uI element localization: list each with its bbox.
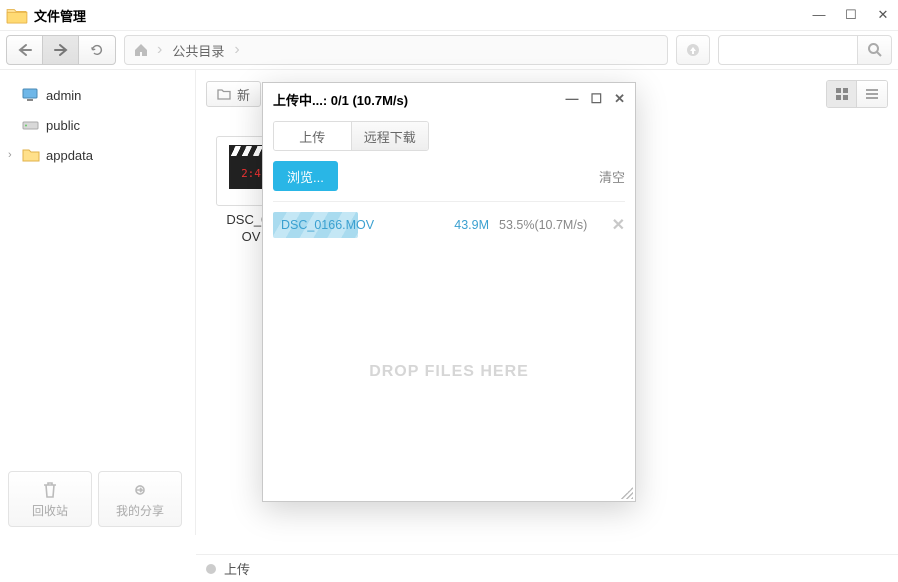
arrow-right-icon — [53, 43, 69, 57]
nav-back-button[interactable] — [7, 36, 43, 64]
share-icon — [130, 480, 150, 500]
nav-refresh-button[interactable] — [79, 36, 115, 64]
dialog-resize-handle[interactable] — [621, 487, 633, 499]
upload-item-rate: 53.5%(10.7M/s) — [489, 218, 612, 232]
list-icon — [865, 87, 879, 101]
recycle-label: 回收站 — [32, 502, 68, 519]
tab-upload[interactable]: 上传 — [274, 122, 352, 150]
search-button[interactable] — [858, 35, 892, 65]
nav-forward-button[interactable] — [43, 36, 79, 64]
window-title: 文件管理 — [34, 6, 86, 25]
dialog-close[interactable]: ✕ — [614, 91, 625, 107]
view-grid-button[interactable] — [827, 81, 857, 107]
sidebar-item-label: admin — [46, 88, 81, 103]
arrow-left-icon — [17, 43, 33, 57]
sidebar-item-public[interactable]: public — [4, 110, 191, 140]
separator — [273, 201, 625, 202]
folder-icon — [6, 6, 28, 24]
grid-icon — [835, 87, 849, 101]
dialog-minimize[interactable]: — — [565, 91, 578, 107]
sidebar-item-label: appdata — [46, 148, 93, 163]
search-input[interactable] — [718, 35, 858, 65]
status-dot-icon — [206, 564, 216, 574]
new-folder-button[interactable]: 新 — [206, 81, 261, 107]
window-close[interactable]: ✕ — [874, 7, 892, 23]
upload-item-row: DSC_0166.MOV 43.9M 53.5%(10.7M/s) ✕ — [273, 212, 625, 238]
upload-dialog: 上传中...: 0/1 (10.7M/s) — ☐ ✕ 上传 远程下载 浏览..… — [262, 82, 636, 502]
statusbar: 上传 — [196, 554, 898, 582]
upload-item-name: DSC_0166.MOV — [273, 214, 431, 236]
arrow-up-icon — [686, 43, 700, 57]
new-folder-label: 新 — [237, 85, 250, 104]
window-minimize[interactable]: — — [810, 7, 828, 23]
breadcrumb-sep: › — [234, 41, 239, 59]
window-maximize[interactable]: ☐ — [842, 7, 860, 23]
trash-icon — [40, 480, 60, 500]
folder-icon — [22, 147, 40, 163]
recycle-bin-button[interactable]: 回收站 — [8, 471, 92, 527]
sidebar-item-admin[interactable]: admin — [4, 80, 191, 110]
drop-zone[interactable]: DROP FILES HERE — [273, 252, 625, 491]
upload-item-size: 43.9M — [431, 218, 489, 232]
search-icon — [867, 42, 883, 58]
folder-outline-icon — [217, 87, 231, 101]
dialog-maximize[interactable]: ☐ — [590, 91, 602, 107]
clear-link[interactable]: 清空 — [599, 167, 625, 186]
breadcrumb[interactable]: › 公共目录 › — [124, 35, 668, 65]
dialog-title: 上传中...: 0/1 (10.7M/s) — [273, 90, 408, 109]
statusbar-upload-label[interactable]: 上传 — [224, 559, 250, 578]
sidebar-item-appdata[interactable]: › appdata — [4, 140, 191, 170]
my-share-button[interactable]: 我的分享 — [98, 471, 182, 527]
computer-icon — [22, 87, 40, 103]
home-icon[interactable] — [133, 43, 149, 57]
share-label: 我的分享 — [116, 502, 164, 519]
scroll-top-button[interactable] — [676, 35, 710, 65]
view-list-button[interactable] — [857, 81, 887, 107]
sidebar-item-label: public — [46, 118, 80, 133]
browse-button[interactable]: 浏览... — [273, 161, 338, 191]
drive-icon — [22, 117, 40, 133]
upload-item-remove[interactable]: ✕ — [612, 215, 625, 235]
tree-expander-icon[interactable]: › — [8, 149, 12, 161]
tab-remote-download[interactable]: 远程下载 — [352, 122, 429, 150]
refresh-icon — [89, 43, 105, 57]
breadcrumb-segment[interactable]: 公共目录 — [162, 41, 234, 60]
